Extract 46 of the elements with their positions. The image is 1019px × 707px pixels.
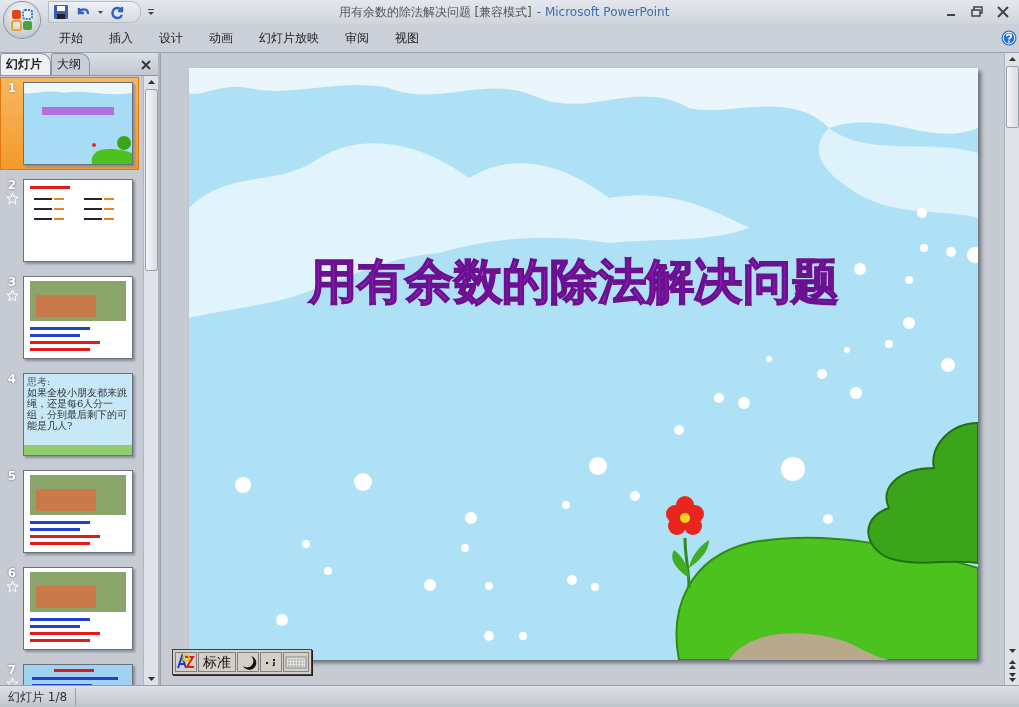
- scrollbar[interactable]: [143, 76, 158, 685]
- scrollbar-thumb[interactable]: [144, 89, 158, 271]
- panel-tab[interactable]: 大纲: [51, 53, 90, 75]
- slide-list-item[interactable]: 4 思考: 如果全校小朋友都来跳绳，还是每6人分一组，分到最后剩下的可能是几人?: [0, 368, 139, 461]
- ribbon-tab[interactable]: 开始: [46, 27, 96, 49]
- slide-counter: 幻灯片 1/8: [7, 688, 69, 706]
- customize-caret-icon[interactable]: [147, 7, 155, 17]
- scrollbar-thumb[interactable]: [1005, 66, 1019, 128]
- ribbon-tab[interactable]: 设计: [146, 27, 196, 49]
- slide-thumbnail[interactable]: [23, 567, 133, 650]
- panel-tab[interactable]: 幻灯片: [0, 53, 51, 75]
- ribbon-tab[interactable]: 视图: [382, 27, 432, 49]
- ribbon-tab[interactable]: 动画: [196, 27, 246, 49]
- save-icon[interactable]: [53, 4, 69, 20]
- redo-icon[interactable]: [110, 4, 126, 20]
- slide-number: 6: [7, 567, 17, 580]
- scrollbar[interactable]: [1004, 53, 1019, 685]
- slide-number: 1: [7, 82, 17, 95]
- half-width-moon-icon[interactable]: [237, 652, 259, 672]
- restore-icon[interactable]: [969, 5, 985, 19]
- slide-number: 7: [7, 664, 17, 677]
- slide-thumbnail[interactable]: 思考: 如果全校小朋友都来跳绳，还是每6人分一组，分到最后剩下的可能是几人?: [23, 373, 133, 456]
- ribbon-tab[interactable]: 插入: [96, 27, 146, 49]
- slide-title: 用有余数的除法解决问题: [309, 253, 837, 309]
- close-icon[interactable]: [995, 5, 1011, 19]
- office-logo-icon: [11, 9, 33, 31]
- app-name: - Microsoft PowerPoint: [536, 4, 670, 19]
- punctuation-icon[interactable]: [260, 652, 282, 672]
- slide-number: 5: [7, 470, 17, 483]
- slide-thumbnail[interactable]: [23, 276, 133, 359]
- slide-thumbnail[interactable]: [23, 179, 133, 262]
- slide-number: 3: [7, 276, 17, 289]
- thumbnail-heading: 思考:: [26, 375, 52, 387]
- slide-number: 2: [7, 179, 17, 192]
- thumbnail-text: 如果全校小朋友都来跳绳，还是每6人分一组，分到最后剩下的可能是几人?: [26, 387, 128, 431]
- slide-thumbnail[interactable]: [23, 82, 133, 165]
- close-icon[interactable]: [140, 59, 152, 71]
- ime-logo-icon[interactable]: [175, 652, 197, 672]
- help-icon[interactable]: [1001, 30, 1017, 46]
- ribbon-tab[interactable]: 幻灯片放映: [246, 27, 332, 49]
- office-button[interactable]: [4, 2, 40, 38]
- slide-thumbnail[interactable]: [23, 470, 133, 553]
- ribbon-tab[interactable]: 审阅: [332, 27, 382, 49]
- window-title: 用有余数的除法解决问题 [兼容模式]: [338, 4, 532, 19]
- slide-number: 4: [7, 373, 17, 386]
- ime-mode-button[interactable]: 标准: [198, 652, 236, 672]
